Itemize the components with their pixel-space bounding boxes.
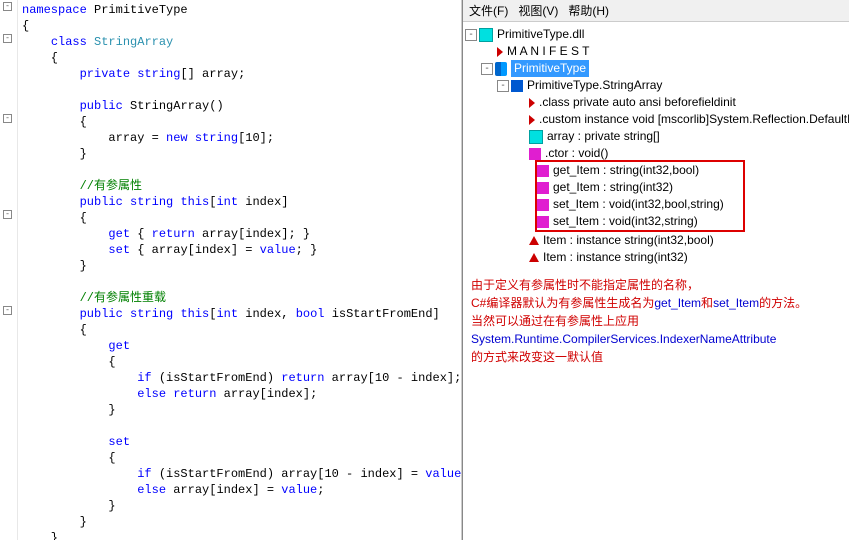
fold-marker[interactable]: -: [3, 114, 12, 123]
namespace-icon: [495, 62, 507, 76]
meta-icon: [529, 115, 535, 125]
method-icon: [537, 182, 549, 194]
tree-namespace[interactable]: -PrimitiveType: [465, 60, 849, 77]
tree-member[interactable]: array : private string[]: [465, 128, 849, 145]
tree-class[interactable]: -PrimitiveType.StringArray: [465, 77, 849, 94]
method-icon: [537, 165, 549, 177]
code-editor-pane: - - - - - namespace PrimitiveType { clas…: [0, 0, 462, 540]
fold-marker[interactable]: -: [3, 34, 12, 43]
tree-member[interactable]: .custom instance void [mscorlib]System.R…: [465, 111, 849, 128]
method-icon: [537, 199, 549, 211]
meta-icon: [529, 98, 535, 108]
menu-help[interactable]: 帮助(H): [568, 2, 609, 19]
menu-bar: 文件(F) 视图(V) 帮助(H): [463, 0, 849, 22]
tree-manifest[interactable]: M A N I F E S T: [465, 43, 849, 60]
menu-file[interactable]: 文件(F): [469, 2, 508, 19]
collapse-icon[interactable]: -: [481, 63, 493, 75]
tree-member[interactable]: set_Item : void(int32,string): [537, 213, 743, 230]
method-icon: [529, 148, 541, 160]
tree-member[interactable]: Item : instance string(int32): [465, 249, 849, 266]
highlight-box: get_Item : string(int32,bool) get_Item :…: [535, 160, 745, 232]
property-icon: [529, 253, 539, 262]
method-icon: [537, 216, 549, 228]
tree-member[interactable]: get_Item : string(int32): [537, 179, 743, 196]
collapse-icon[interactable]: -: [497, 80, 509, 92]
class-icon: [511, 80, 523, 92]
field-icon: [529, 130, 543, 144]
tree-member[interactable]: Item : instance string(int32,bool): [465, 232, 849, 249]
fold-marker[interactable]: -: [3, 210, 12, 219]
tree-member[interactable]: set_Item : void(int32,bool,string): [537, 196, 743, 213]
tree-member[interactable]: .class private auto ansi beforefieldinit: [465, 94, 849, 111]
tree-root[interactable]: -PrimitiveType.dll: [465, 26, 849, 43]
tree-member[interactable]: get_Item : string(int32,bool): [537, 162, 743, 179]
fold-marker[interactable]: -: [3, 306, 12, 315]
assembly-icon: [479, 28, 493, 42]
tree-view[interactable]: -PrimitiveType.dll M A N I F E S T -Prim…: [463, 22, 849, 270]
fold-gutter: - - - - -: [0, 0, 18, 540]
menu-view[interactable]: 视图(V): [518, 2, 558, 19]
explanation-text: 由于定义有参属性时不能指定属性的名称， C#编译器默认为有参属性生成名为get_…: [463, 270, 849, 372]
collapse-icon[interactable]: -: [465, 29, 477, 41]
property-icon: [529, 236, 539, 245]
ildasm-pane: 文件(F) 视图(V) 帮助(H) -PrimitiveType.dll M A…: [462, 0, 849, 540]
code-area[interactable]: namespace PrimitiveType { class StringAr…: [18, 0, 461, 540]
fold-marker[interactable]: -: [3, 2, 12, 11]
manifest-icon: [497, 47, 503, 57]
